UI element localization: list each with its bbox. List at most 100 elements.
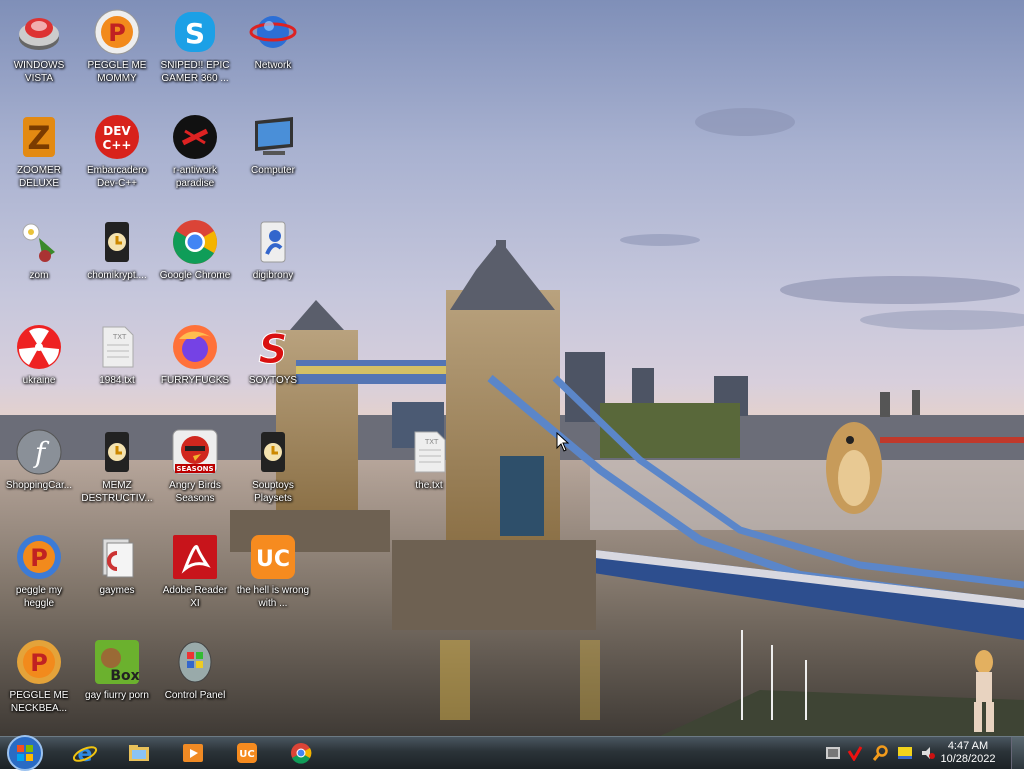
clock-time: 4:47 AM [947,740,989,752]
firefox-icon [173,325,217,369]
box-icon: Box [95,640,140,684]
desktop-icon-adobe-reader[interactable]: Adobe Reader XI [157,527,233,625]
desktop-icon-label: SNIPED!! EPIC GAMER 360 ... [160,60,230,84]
internet-explorer-icon[interactable]: e [72,741,98,765]
desktop-icon-network[interactable]: Network [235,2,311,100]
zuma-icon: Z [23,117,55,157]
desktop-icon-digibrony[interactable]: digibrony [235,212,311,310]
folder-icon [102,538,134,578]
network-icon [249,16,297,48]
desktop-icon-label: gaymes [99,585,135,596]
antivirus-tray-icon[interactable] [847,745,863,761]
svg-text:SEASONS: SEASONS [176,465,213,473]
mouse-cursor-icon [556,432,570,452]
soytoys-icon: S [258,327,288,372]
desktop-icon-peggle-my-heggle[interactable]: P peggle my heggle [1,527,77,625]
computer-icon [255,117,293,155]
text-file-icon: TXT [102,326,134,368]
desktop-icon-control-panel[interactable]: Control Panel [157,632,233,730]
windows-vista-icon [19,18,59,50]
devcpp-icon: DEVC++ [95,115,139,159]
desktop-icon-label: ShoppingCar... [5,480,73,491]
desktop-icon-ukraine[interactable]: ukraine [1,317,77,415]
show-desktop-button[interactable] [1011,737,1024,769]
desktop-icon-1984-txt[interactable]: TXT 1984.txt [79,317,155,415]
desktop-icon-gaymes[interactable]: gaymes [79,527,155,625]
flash-icon: f [16,429,62,475]
desktop-icon-uc-browser[interactable]: UC the hell is wrong with ... [235,527,311,625]
desktop-icon-label: zom [29,270,49,281]
desktop-icon-the-txt[interactable]: TXT the.txt [391,422,467,520]
desktop-icon-label: FURRYFUCKS [160,375,230,386]
desktop-icon-computer[interactable]: Computer [235,107,311,205]
svg-text:P: P [30,649,48,677]
desktop-icon-label: Adobe Reader XI [162,585,228,609]
svg-text:TXT: TXT [112,333,127,341]
media-player-icon[interactable] [180,741,206,765]
search-tray-icon[interactable] [873,745,889,761]
uc-browser-icon[interactable]: UC [234,741,260,765]
taskbar: e UC 4:47 AM 10/28/2022 [0,734,1024,772]
desktop-icon-label: r-antiwork paradise [173,165,217,189]
peggle-icon: P [17,535,61,579]
desktop-icon-label: SOYTOYS [248,375,298,386]
desktop-icon-box[interactable]: Box gay fiurry porn [79,632,155,730]
desktop-icon-peggle-me-neckbeard[interactable]: P PEGGLE ME NECKBEA... [1,632,77,730]
desktop-icon-label: ukraine [22,375,56,386]
skype-icon: S [175,12,215,52]
svg-text:Box: Box [110,668,139,684]
notes-tray-icon[interactable] [897,745,913,761]
svg-text:Z: Z [27,119,50,157]
desktop-icon-label: chomikrypt.... [87,270,147,281]
desktop-icon-label: the.txt [415,480,443,491]
desktop-icon-label: gay fiurry porn [85,690,149,701]
desktop-icon-peggle-me-mommy[interactable]: P PEGGLE ME MOMMY [79,2,155,100]
peggle-icon: P [94,9,140,55]
svg-text:C++: C++ [103,138,132,152]
shortcut-file-icon [105,222,129,262]
desktop-icon-sniped[interactable]: S SNIPED!! EPIC GAMER 360 ... [157,2,233,100]
text-file-icon: TXT [414,431,446,473]
desktop-icon-label: ZOOMER DELUXE [17,165,61,189]
clock-date: 10/28/2022 [940,753,996,765]
desktop-icon-antiwork[interactable]: r-antiwork paradise [157,107,233,205]
desktop-icon-label: Computer [251,165,295,176]
volume-tray-icon[interactable] [920,745,936,761]
taskbar-clock[interactable]: 4:47 AM 10/28/2022 [938,740,998,766]
desktop-icon-label: Angry Birds Seasons [169,480,221,504]
angry-birds-icon: SEASONS [172,429,218,475]
chrome-icon [173,220,217,264]
desktop-icon-memz[interactable]: MEMZ DESTRUCTIV... [79,422,155,520]
network-tray-icon[interactable] [825,745,841,761]
desktop-icon-label: Google Chrome [159,270,231,281]
desktop-icon-google-chrome[interactable]: Google Chrome [157,212,233,310]
desktop-icon-label: peggle my heggle [15,585,63,609]
svg-text:UC: UC [256,547,290,572]
svg-text:DEV: DEV [103,124,131,138]
zom-icon [22,223,55,262]
control-panel-icon [178,641,212,683]
uc-browser-icon: UC [251,535,295,579]
desktop-icon-chomikrypt[interactable]: chomikrypt.... [79,212,155,310]
desktop-icon-souptoys[interactable]: Souptoys Playsets [235,422,311,520]
desktop-icon-label: Network [254,60,292,71]
svg-text:P: P [108,19,126,47]
windows-explorer-icon[interactable] [126,741,152,765]
desktop-icon-label: Control Panel [164,690,226,701]
svg-text:TXT: TXT [424,438,439,446]
desktop-icon-shoppingcart[interactable]: f ShoppingCar... [1,422,77,520]
desktop-icon-zom[interactable]: zom [1,212,77,310]
desktop-icon-zoomer-deluxe[interactable]: Z ZOOMER DELUXE [1,107,77,205]
desktop-icon-furryfucks[interactable]: FURRYFUCKS [157,317,233,415]
desktop: WINDOWS VISTA Z ZOOMER DELUXE zom ukrain… [0,0,1024,736]
digibrony-icon [260,221,286,263]
chrome-icon[interactable] [288,741,314,765]
desktop-icon-label: Souptoys Playsets [252,480,294,504]
desktop-icon-dev-cpp[interactable]: DEV C++ Embarcadero Dev-C++ [79,107,155,205]
desktop-icon-label: PEGGLE ME NECKBEA... [9,690,69,714]
desktop-icon-label: WINDOWS VISTA [13,60,65,84]
start-button[interactable] [6,734,44,772]
desktop-icon-angry-birds[interactable]: SEASONS Angry Birds Seasons [157,422,233,520]
desktop-icon-soytoys[interactable]: S SOYTOYS [235,317,311,415]
desktop-icon-windows-vista[interactable]: WINDOWS VISTA [1,2,77,100]
